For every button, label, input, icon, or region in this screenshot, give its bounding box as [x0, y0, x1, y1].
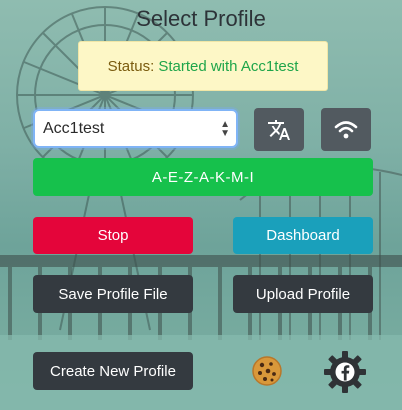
wifi-icon [334, 120, 358, 138]
create-profile-button[interactable]: Create New Profile [33, 352, 193, 390]
profile-select-value: Acc1test [43, 119, 105, 137]
select-arrows-icon: ▲ ▼ [220, 119, 230, 139]
wifi-button[interactable] [321, 108, 371, 151]
status-banner: Status: Started with Acc1test [78, 41, 328, 91]
code-button[interactable]: A-E-Z-A-K-M-I [33, 158, 373, 196]
status-value: Started with Acc1test [158, 57, 299, 75]
page-title: Select Profile [136, 6, 266, 31]
translate-button[interactable] [254, 108, 304, 151]
cookie-button[interactable] [251, 355, 283, 387]
profile-select[interactable]: Acc1test ▲ ▼ [33, 109, 238, 148]
stop-button[interactable]: Stop [33, 217, 193, 254]
gear-facebook-icon [324, 351, 366, 393]
settings-button[interactable] [323, 350, 367, 394]
dashboard-button[interactable]: Dashboard [233, 217, 373, 254]
upload-profile-button[interactable]: Upload Profile [233, 275, 373, 313]
save-profile-button[interactable]: Save Profile File [33, 275, 193, 313]
status-label: Status: [107, 57, 155, 75]
cookie-icon [252, 356, 282, 386]
translate-icon [268, 119, 290, 140]
